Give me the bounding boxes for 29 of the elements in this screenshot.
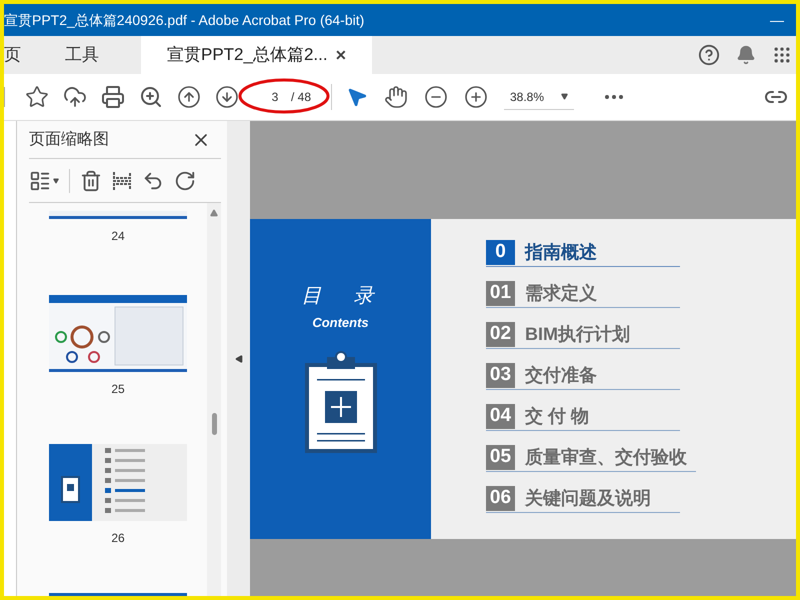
panel-title: 页面缩略图 bbox=[29, 130, 109, 150]
item-label: 交 付 物 bbox=[525, 405, 590, 428]
item-label: 质量审查、交付验收 bbox=[525, 446, 687, 469]
tab[interactable]: 工具 bbox=[65, 36, 99, 74]
slide-title: 目 录 bbox=[302, 284, 380, 309]
page-number-field[interactable]: 3 bbox=[261, 87, 289, 107]
item-number: 0 bbox=[486, 240, 515, 265]
item-number: 02 bbox=[486, 322, 515, 347]
item-label: 指南概述 bbox=[525, 241, 597, 264]
page-number: 26 bbox=[111, 530, 125, 547]
slide-subtitle: Contents bbox=[312, 314, 369, 332]
zoom-dropdown[interactable]: 38.8% bbox=[504, 84, 574, 110]
tab[interactable]: 页 bbox=[4, 36, 21, 74]
window-title: 宣贯PPT2_总体篇240926.pdf - Adobe Acrobat Pro (64-bit) bbox=[4, 10, 364, 30]
item-number: 03 bbox=[486, 363, 515, 388]
page-count: / 48 bbox=[291, 89, 312, 106]
page-number: 24 bbox=[111, 228, 125, 245]
item-label: BIM执行计划 bbox=[525, 323, 630, 346]
item-number: 04 bbox=[486, 404, 515, 429]
item-number: 01 bbox=[486, 281, 515, 306]
page-number: 25 bbox=[111, 381, 125, 398]
minimize-button[interactable]: — bbox=[770, 10, 784, 30]
item-number: 06 bbox=[486, 486, 515, 511]
item-label: 关键问题及说明 bbox=[525, 487, 651, 510]
item-label: 需求定义 bbox=[525, 282, 597, 305]
item-number: 05 bbox=[486, 445, 515, 470]
item-label: 交付准备 bbox=[525, 364, 597, 387]
tab[interactable]: 宣贯PPT2_总体篇2... × bbox=[141, 36, 372, 74]
close-tab-button[interactable]: × bbox=[336, 42, 346, 68]
